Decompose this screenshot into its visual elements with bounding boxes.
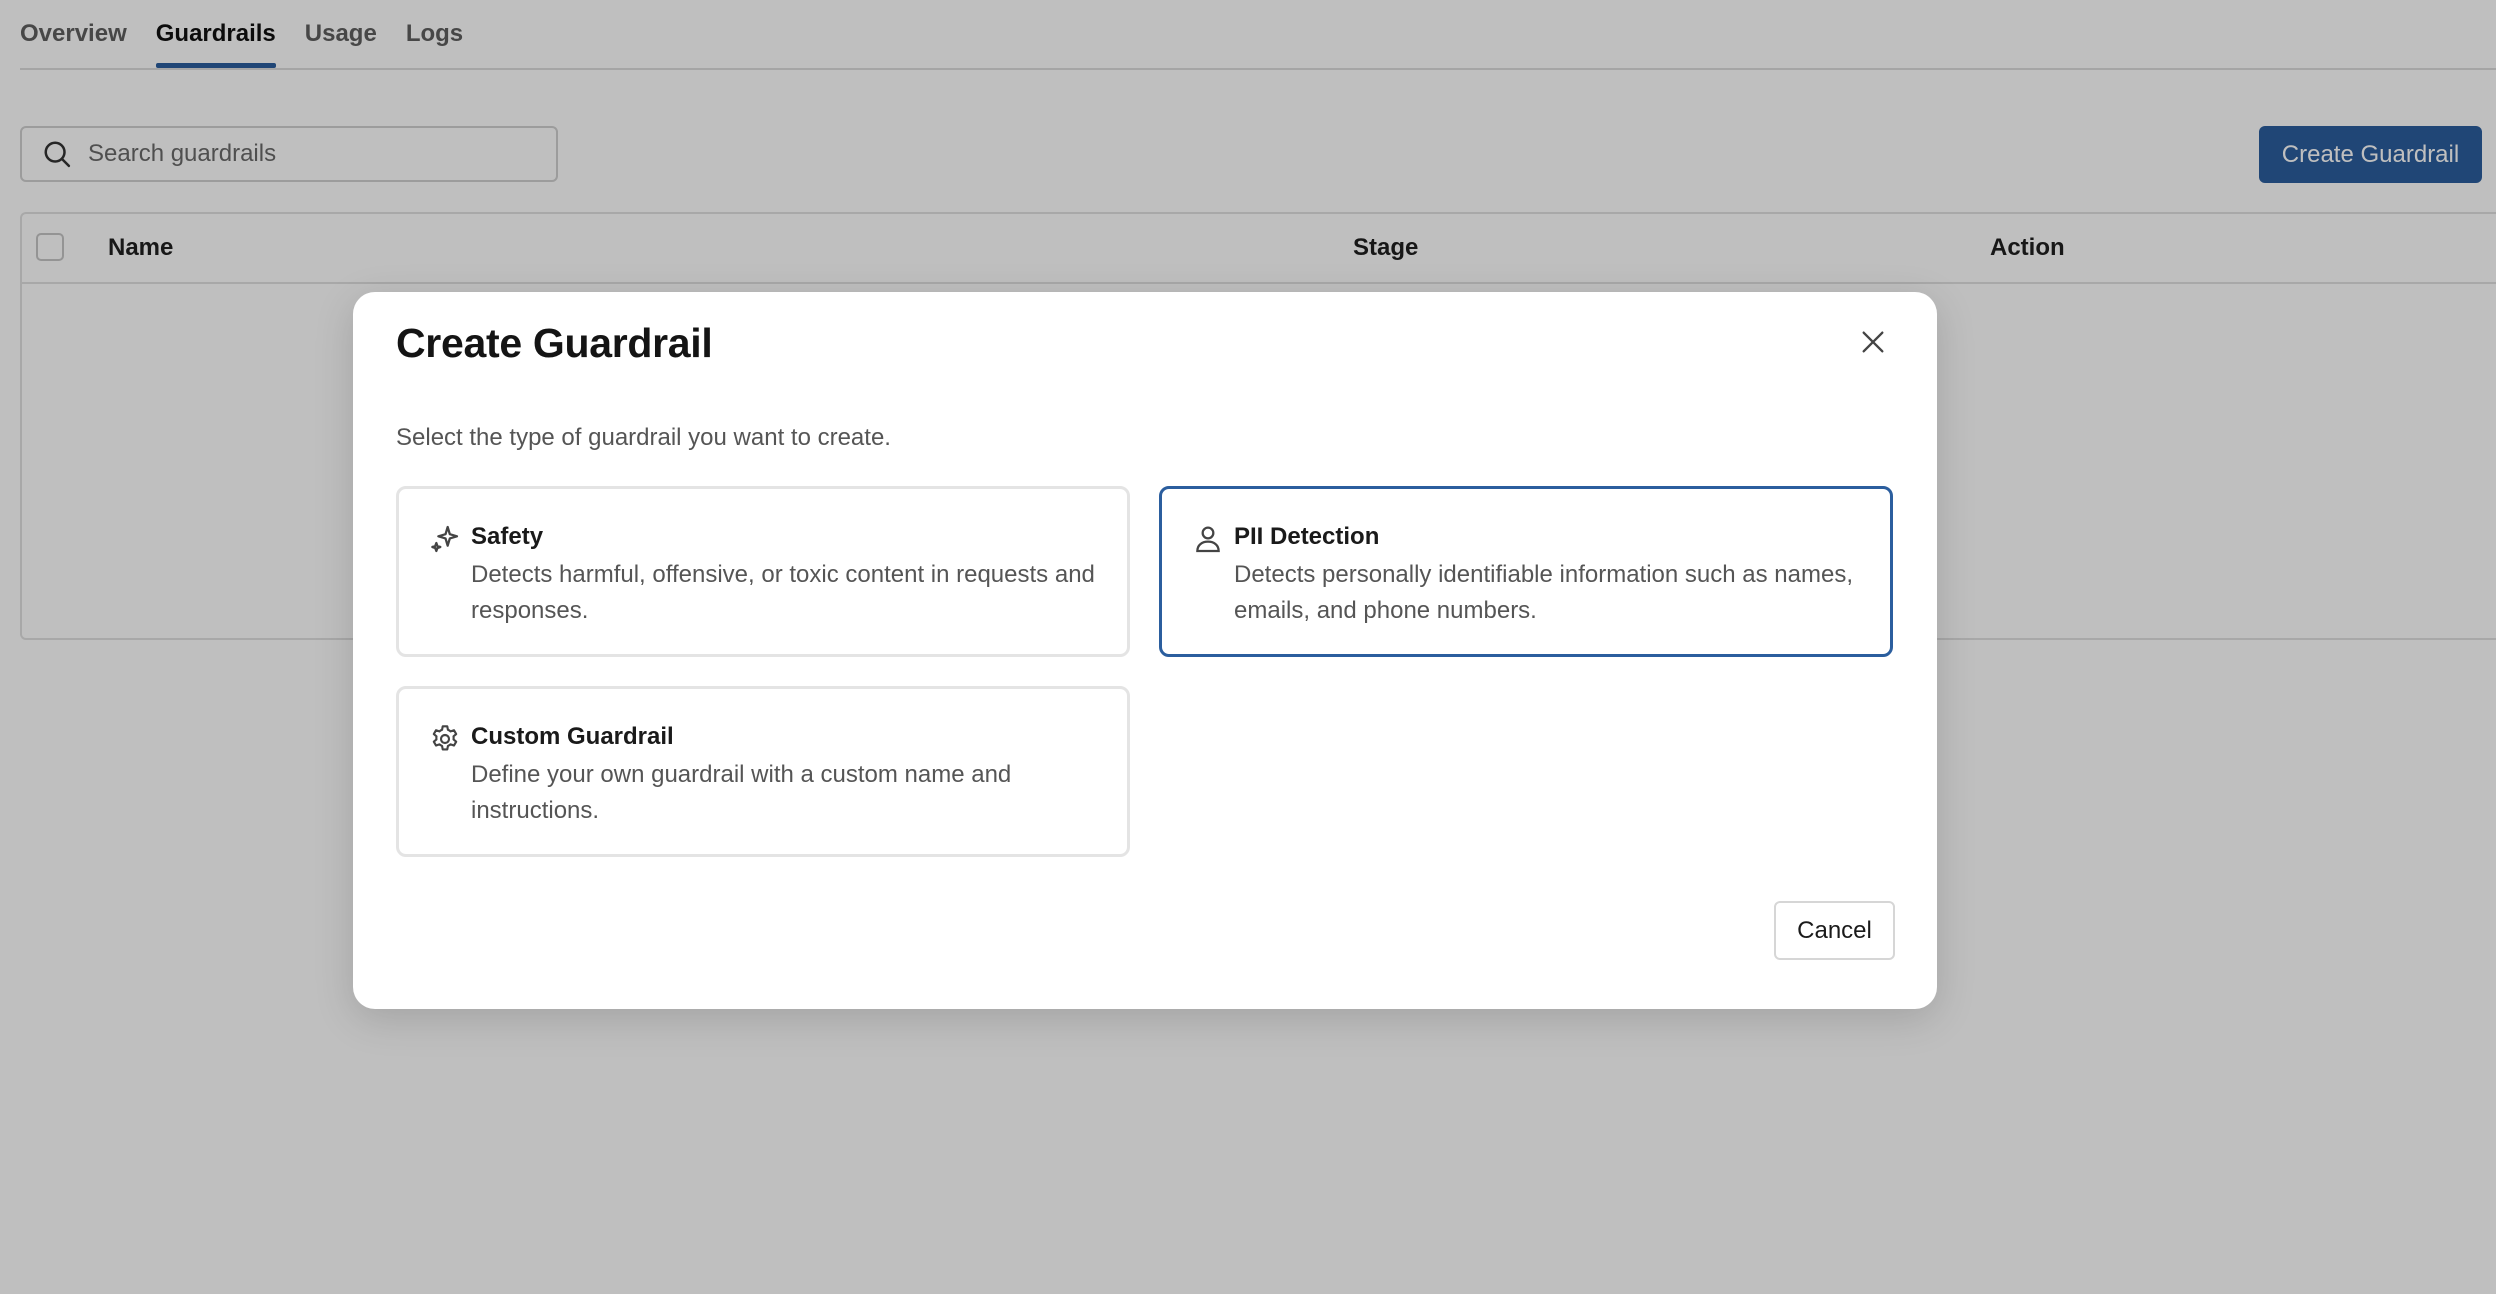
cancel-button[interactable]: Cancel <box>1774 901 1895 960</box>
option-description: Detects harmful, offensive, or toxic con… <box>471 561 1095 624</box>
dialog-title: Create Guardrail <box>396 320 713 366</box>
gear-icon <box>432 725 458 751</box>
option-title: PII Detection <box>1234 523 1380 550</box>
sparkle-icon <box>431 525 459 553</box>
user-icon <box>1196 526 1220 553</box>
close-icon <box>1862 331 1884 353</box>
close-button[interactable] <box>1853 322 1893 362</box>
option-description: Define your own guardrail with a custom … <box>471 761 1012 824</box>
dialog-description: Select the type of guardrail you want to… <box>396 424 891 451</box>
option-custom-guardrail[interactable]: Custom Guardrail Define your own guardra… <box>396 686 1130 857</box>
create-guardrail-dialog: Create Guardrail Select the type of guar… <box>353 292 1937 1009</box>
option-title: Safety <box>471 523 544 550</box>
option-pii-detection[interactable]: PII Detection Detects personally identif… <box>1159 486 1893 657</box>
option-safety[interactable]: Safety Detects harmful, offensive, or to… <box>396 486 1130 657</box>
option-description: Detects personally identifiable informat… <box>1234 561 1853 624</box>
option-title: Custom Guardrail <box>471 723 674 750</box>
